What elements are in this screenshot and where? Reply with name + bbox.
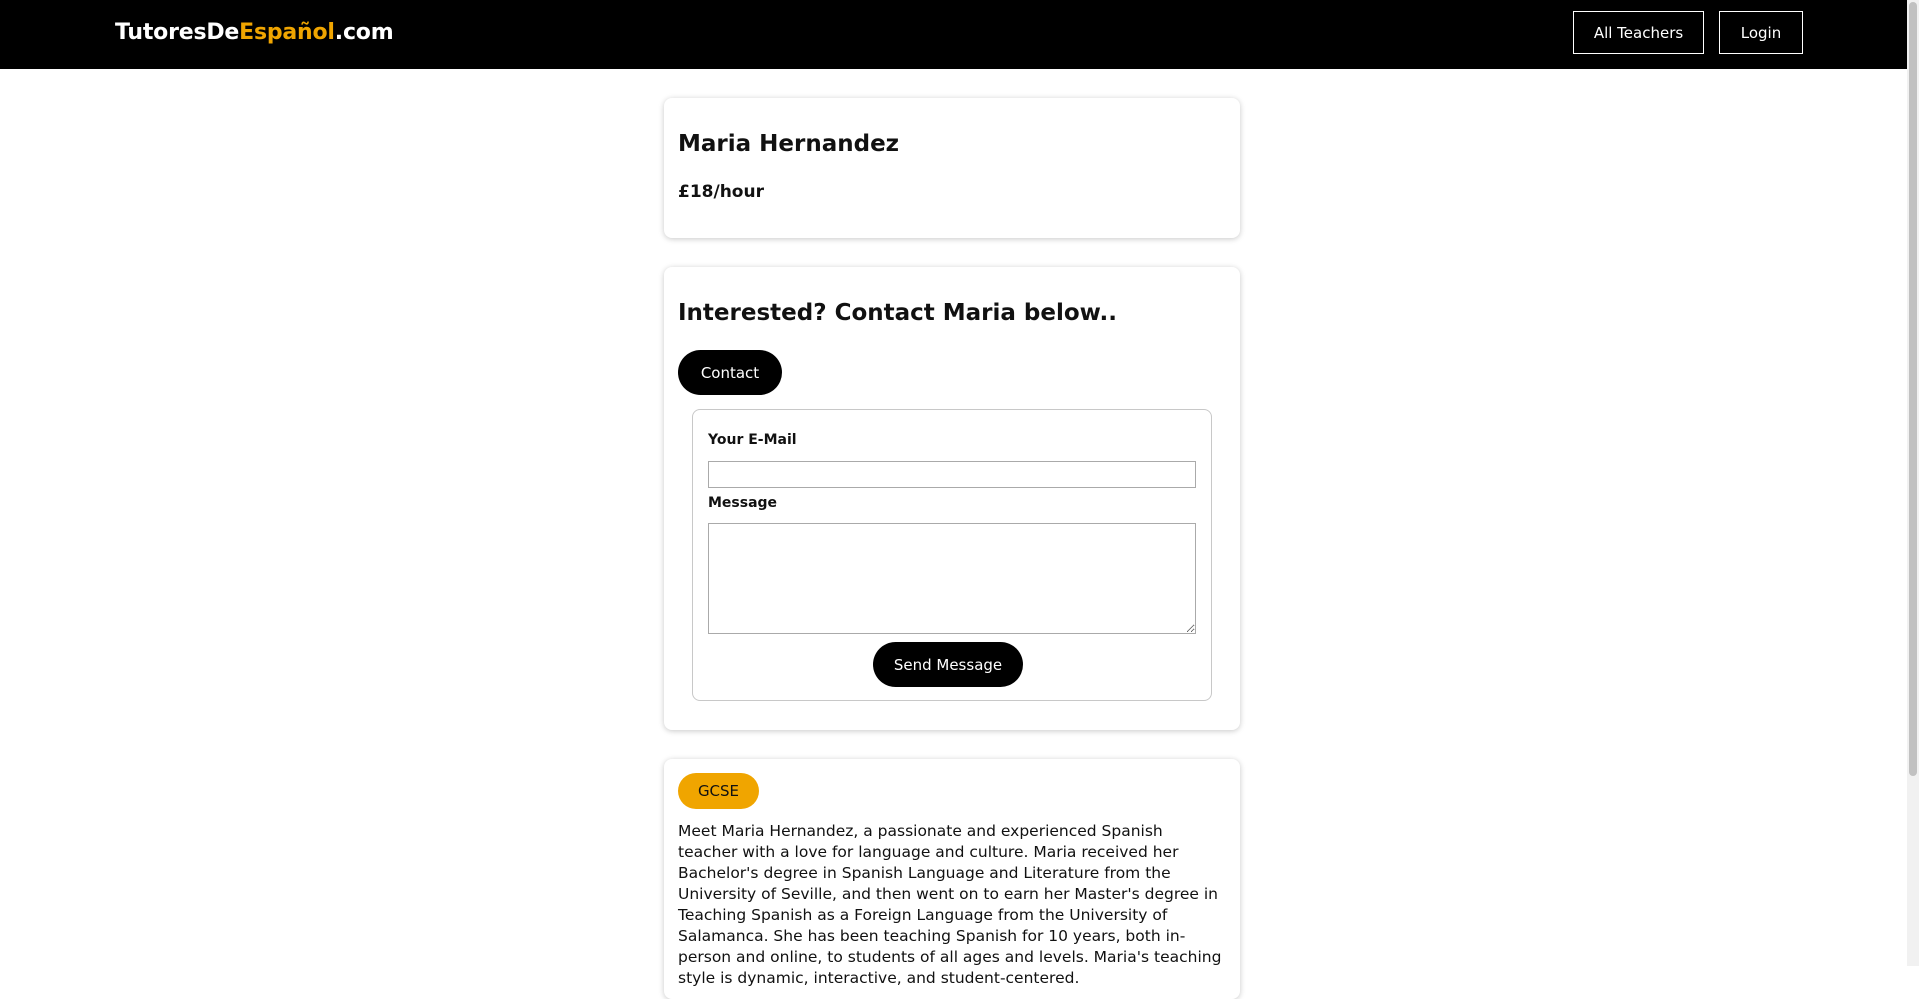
email-field[interactable] [708, 461, 1196, 488]
page-scrollbar[interactable] [1907, 0, 1919, 966]
contact-form: Your E-Mail Message Send Message [692, 409, 1212, 701]
hourly-rate: £18/hour [678, 182, 764, 202]
brand-part3: .com [334, 20, 394, 45]
contact-heading: Interested? Contact Maria below.. [678, 300, 1117, 326]
about-card: GCSE Meet Maria Hernandez, a passionate … [664, 759, 1240, 999]
all-teachers-button[interactable]: All Teachers [1573, 11, 1704, 54]
profile-card: Maria Hernandez £18/hour [664, 98, 1240, 238]
teacher-bio: Meet Maria Hernandez, a passionate and e… [678, 822, 1222, 987]
brand-part1: TutoresDe [115, 20, 240, 45]
scrollbar-thumb[interactable] [1909, 2, 1917, 776]
site-logo[interactable]: TutoresDeEspañol.com [115, 20, 394, 45]
teacher-name: Maria Hernandez [678, 131, 900, 157]
email-label: Your E-Mail [708, 432, 797, 448]
send-message-button[interactable]: Send Message [873, 642, 1023, 687]
message-textarea[interactable] [708, 523, 1196, 634]
message-label: Message [708, 495, 778, 511]
login-button[interactable]: Login [1719, 11, 1803, 54]
brand-part2: Español [239, 20, 335, 45]
contact-button[interactable]: Contact [678, 350, 782, 395]
top-navbar: TutoresDeEspañol.com All Teachers Login [0, 0, 1907, 69]
level-badge: GCSE [678, 773, 759, 809]
contact-card: Interested? Contact Maria below.. Contac… [664, 267, 1240, 730]
